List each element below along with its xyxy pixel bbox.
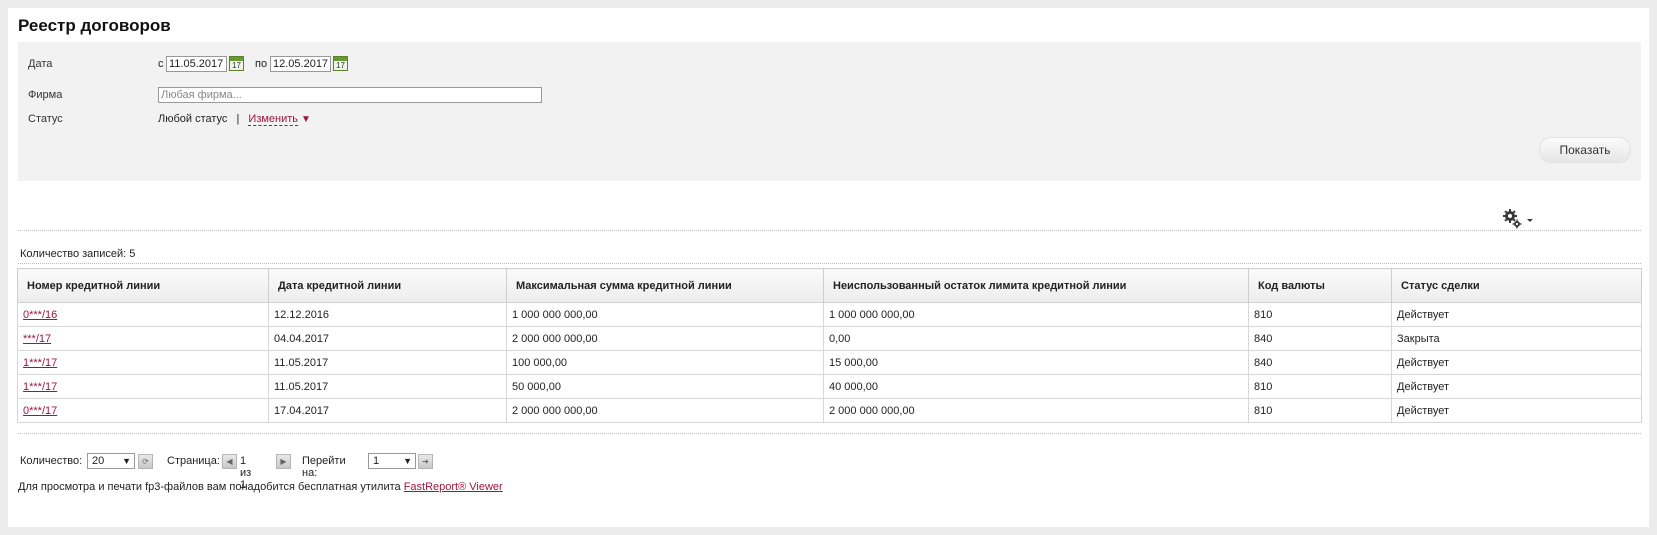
cell-number: 1***/17: [17, 374, 269, 399]
cell-unused-balance: 2 000 000 000,00: [823, 398, 1249, 423]
cell-currency: 810: [1248, 374, 1392, 399]
cell-number: 0***/17: [17, 398, 269, 423]
date-from-prefix: с: [158, 58, 164, 70]
cell-status: Действует: [1391, 302, 1642, 327]
col-header-max-sum[interactable]: Максимальная сумма кредитной линии: [506, 268, 824, 303]
calendar-icon[interactable]: 17: [229, 56, 244, 71]
cell-status: Действует: [1391, 398, 1642, 423]
date-label: Дата: [28, 58, 53, 70]
table-header-row: Номер кредитной линии Дата кредитной лин…: [17, 268, 1642, 303]
contract-link[interactable]: 1***/17: [23, 381, 57, 393]
cell-max-sum: 1 000 000 000,00: [506, 302, 824, 327]
cell-date: 17.04.2017: [268, 398, 507, 423]
divider: [18, 263, 1641, 264]
table-row: 1***/17 11.05.2017 100 000,00 15 000,00 …: [17, 350, 1642, 375]
table-row: 0***/16 12.12.2016 1 000 000 000,00 1 00…: [17, 302, 1642, 327]
calendar-day: 17: [336, 61, 345, 70]
contract-link[interactable]: 0***/16: [23, 309, 57, 321]
date-to-prefix: по: [255, 58, 268, 70]
contract-link[interactable]: 0***/17: [23, 405, 57, 417]
cell-max-sum: 2 000 000 000,00: [506, 326, 824, 351]
cell-currency: 810: [1248, 302, 1392, 327]
contract-link[interactable]: 1***/17: [23, 357, 57, 369]
firm-input[interactable]: Любая фирма...: [158, 87, 542, 103]
page-title: Реестр договоров: [18, 16, 171, 35]
cell-unused-balance: 40 000,00: [823, 374, 1249, 399]
cell-max-sum: 2 000 000 000,00: [506, 398, 824, 423]
prev-page-icon[interactable]: ◀: [222, 454, 237, 469]
cell-unused-balance: 0,00: [823, 326, 1249, 351]
page-label: Страница:: [167, 455, 220, 467]
status-value: Любой статус: [158, 113, 228, 125]
table-row: 0***/17 17.04.2017 2 000 000 000,00 2 00…: [17, 398, 1642, 423]
status-change-link[interactable]: Изменить: [248, 113, 299, 126]
calendar-icon[interactable]: 17: [333, 56, 348, 71]
cell-currency: 840: [1248, 326, 1392, 351]
cell-unused-balance: 15 000,00: [823, 350, 1249, 375]
col-header-unused-balance[interactable]: Неиспользованный остаток лимита кредитно…: [823, 268, 1249, 303]
goto-value: 1: [373, 455, 380, 467]
quantity-select[interactable]: 20 ▼: [87, 453, 135, 469]
quantity-value: 20: [92, 455, 105, 467]
status-label: Статус: [28, 113, 63, 125]
cell-date: 11.05.2017: [268, 374, 507, 399]
cell-currency: 840: [1248, 350, 1392, 375]
col-header-number[interactable]: Номер кредитной линии: [17, 268, 269, 303]
date-from-input[interactable]: 11.05.2017: [166, 56, 227, 72]
divider: [18, 230, 1641, 231]
caret-down-icon[interactable]: ▼: [301, 114, 311, 125]
status-separator: |: [236, 113, 240, 125]
col-header-date[interactable]: Дата кредитной линии: [268, 268, 507, 303]
table-row: ***/17 04.04.2017 2 000 000 000,00 0,00 …: [17, 326, 1642, 351]
refresh-icon[interactable]: ⟳: [138, 454, 153, 469]
cell-number: 0***/16: [17, 302, 269, 327]
go-icon[interactable]: ➜: [418, 454, 433, 469]
cell-date: 04.04.2017: [268, 326, 507, 351]
dropdown-arrow-icon: ▼: [403, 456, 412, 466]
footer-note: Для просмотра и печати fp3-файлов вам по…: [18, 481, 503, 493]
cell-unused-balance: 1 000 000 000,00: [823, 302, 1249, 327]
cell-date: 11.05.2017: [268, 350, 507, 375]
contract-link[interactable]: ***/17: [23, 333, 51, 345]
footer-text: Для просмотра и печати fp3-файлов вам по…: [18, 481, 401, 493]
cell-status: Закрыта: [1391, 326, 1642, 351]
cell-date: 12.12.2016: [268, 302, 507, 327]
cell-number: ***/17: [17, 326, 269, 351]
goto-select[interactable]: 1 ▼: [368, 453, 416, 469]
col-header-currency[interactable]: Код валюты: [1248, 268, 1392, 303]
cell-max-sum: 100 000,00: [506, 350, 824, 375]
goto-label: Перейти на:: [302, 455, 346, 479]
cell-currency: 810: [1248, 398, 1392, 423]
filter-panel: Дата с 11.05.2017 17 по 12.05.2017 17 Фи…: [18, 42, 1641, 181]
next-page-icon[interactable]: ▶: [276, 454, 291, 469]
calendar-day: 17: [232, 61, 241, 70]
divider: [18, 433, 1641, 434]
settings-menu[interactable]: [1498, 208, 1538, 230]
date-to-input[interactable]: 12.05.2017: [270, 56, 331, 72]
status-value-group: Любой статус | Изменить ▼: [158, 113, 311, 126]
cell-number: 1***/17: [17, 350, 269, 375]
fastreport-link[interactable]: FastReport® Viewer: [404, 481, 503, 493]
dropdown-arrow-icon: ▼: [122, 456, 131, 466]
contracts-table: Номер кредитной линии Дата кредитной лин…: [17, 268, 1642, 423]
page: Реестр договоров Дата с 11.05.2017 17 по…: [8, 8, 1649, 527]
col-header-status[interactable]: Статус сделки: [1391, 268, 1642, 303]
quantity-label: Количество:: [20, 455, 83, 467]
gear-icon: [1503, 209, 1533, 229]
records-count: Количество записей: 5: [20, 248, 136, 260]
cell-status: Действует: [1391, 374, 1642, 399]
table-row: 1***/17 11.05.2017 50 000,00 40 000,00 8…: [17, 374, 1642, 399]
cell-max-sum: 50 000,00: [506, 374, 824, 399]
show-button[interactable]: Показать: [1539, 137, 1631, 163]
firm-label: Фирма: [28, 89, 63, 101]
cell-status: Действует: [1391, 350, 1642, 375]
